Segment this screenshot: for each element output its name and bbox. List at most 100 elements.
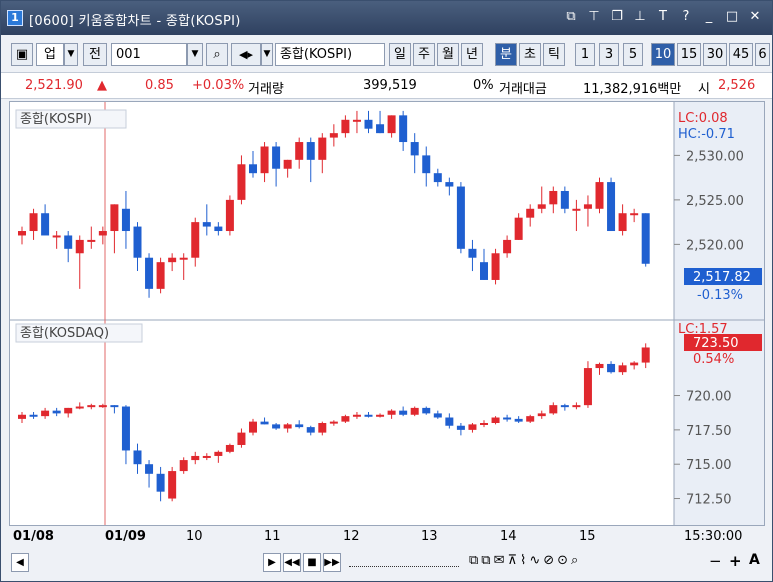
kosdaq-candle — [110, 405, 119, 408]
layout-icon[interactable]: ▣ — [11, 43, 33, 66]
period-week-button[interactable]: 주 — [413, 43, 435, 66]
kospi-candle — [64, 235, 73, 249]
rewind-icon[interactable]: ◀◀ — [283, 553, 301, 572]
chart-area[interactable]: 2,520.00 2,525.00 2,530.00 712.50 715.00 717… — [9, 101, 765, 549]
sound-dropdown-icon[interactable]: ▼ — [261, 43, 273, 66]
kosdaq-candle — [537, 413, 546, 417]
kosdaq-candle — [641, 347, 650, 363]
close-icon[interactable]: ✕ — [746, 8, 764, 26]
kospi-candle — [306, 142, 315, 160]
x-axis-bar: 01/08 01/09 10 11 12 13 14 15 15:30:00 — [9, 525, 765, 549]
interval-60-button[interactable]: 6 — [755, 43, 770, 66]
auto-scale-icon[interactable]: A — [749, 552, 760, 568]
kosdaq-candle — [364, 414, 373, 417]
kospi-candle — [410, 142, 419, 156]
amount-label: 거래대금 — [499, 82, 547, 97]
kospi-candle — [29, 213, 38, 232]
play-icon[interactable]: ▶ — [263, 553, 281, 572]
kosdaq-candle — [514, 418, 523, 422]
sound-icon[interactable]: ◀▸ — [231, 43, 261, 66]
help-icon[interactable]: ? — [677, 8, 695, 26]
kospi-candle — [191, 222, 200, 258]
interval-30-button[interactable]: 30 — [703, 43, 727, 66]
kospi-candle — [641, 213, 650, 264]
fast-forward-icon[interactable]: ▶▶ — [323, 553, 341, 572]
prev-button[interactable]: 전 — [83, 43, 107, 66]
app-icon[interactable]: 1 — [7, 10, 23, 26]
x-label-11: 11 — [264, 529, 281, 544]
change-value: 0.85 — [145, 78, 174, 93]
kosdaq-candle — [456, 425, 465, 430]
name-input[interactable]: 종합(KOSPI) — [275, 43, 385, 66]
period-year-button[interactable]: 년 — [461, 43, 483, 66]
kospi-candle — [145, 257, 154, 289]
type-select[interactable]: 업 — [36, 43, 64, 66]
open-value: 2,526 — [718, 78, 756, 93]
code-input[interactable]: 001 — [111, 43, 187, 66]
toolbar: ▣ 업 ▼ 전 001 ▼ ⌕ ◀▸ ▼ 종합(KOSPI) 일 주 월 년 분… — [1, 35, 772, 73]
pin-icon[interactable]: ⊤ — [585, 8, 603, 26]
kosdaq-tick-label: 712.50 — [686, 493, 732, 508]
code-dropdown-icon[interactable]: ▼ — [187, 43, 203, 66]
scroll-left-icon[interactable]: ◀ — [11, 553, 29, 572]
period-minute-button[interactable]: 분 — [495, 43, 517, 66]
search-icon[interactable]: ⌕ — [206, 43, 228, 66]
kospi-candle — [260, 146, 269, 174]
kosdaq-tick-label: 715.00 — [686, 458, 732, 473]
chart-tool-icons[interactable]: ⧉⧉✉⊼⌇∿⊘⊙⌕ — [469, 553, 581, 568]
kospi-candle — [202, 222, 211, 227]
interval-15-button[interactable]: 15 — [677, 43, 701, 66]
kospi-candle — [168, 257, 177, 263]
zoom-in-icon[interactable]: + — [729, 552, 742, 570]
kosdaq-candle — [272, 424, 281, 429]
kospi-candle — [237, 164, 246, 200]
stop-icon[interactable]: ■ — [303, 553, 321, 572]
restore-tile-icon[interactable]: ⧉ — [562, 8, 580, 26]
kospi-candle — [121, 208, 130, 232]
interval-45-button[interactable]: 45 — [729, 43, 753, 66]
copy-window-icon[interactable]: ❐ — [608, 8, 626, 26]
type-dropdown-icon[interactable]: ▼ — [64, 43, 78, 66]
change-percent: +0.03% — [192, 78, 245, 93]
maximize-icon[interactable]: □ — [723, 8, 741, 26]
kospi-candle — [352, 119, 361, 122]
speed-slider[interactable] — [349, 557, 459, 567]
open-label: 시 — [698, 82, 710, 97]
kosdaq-candle — [491, 417, 500, 423]
kospi-candle — [399, 115, 408, 143]
minimize-icon[interactable]: _ — [700, 8, 718, 26]
text-t-icon[interactable]: T — [654, 8, 672, 26]
kospi-candle — [491, 253, 500, 280]
period-day-button[interactable]: 일 — [389, 43, 411, 66]
x-label-0109: 01/09 — [105, 529, 146, 544]
kosdaq-candle — [191, 455, 200, 461]
kosdaq-candle — [526, 416, 535, 422]
kospi-candle — [560, 190, 569, 209]
title-bar[interactable]: 1 [0600] 키움종합차트 - 종합(KOSPI) ⧉ ⊤ ❐ ⊥ T ? … — [1, 1, 772, 35]
candlestick-chart[interactable]: 2,520.00 2,525.00 2,530.00 712.50 715.00 717… — [10, 102, 764, 526]
kosdaq-candle — [249, 421, 257, 433]
zoom-out-icon[interactable]: − — [709, 552, 722, 570]
interval-3-button[interactable]: 3 — [599, 43, 619, 66]
kosdaq-current-value: 723.50 — [693, 336, 739, 351]
chart-scrollbar[interactable]: ◀ ▶ ◀◀ ■ ▶▶ ⧉⧉✉⊼⌇∿⊘⊙⌕ − + A — [9, 551, 765, 575]
volume-ratio: 0% — [473, 78, 494, 93]
kospi-candle — [283, 159, 292, 169]
period-tick-button[interactable]: 틱 — [543, 43, 565, 66]
kosdaq-candle — [214, 451, 223, 456]
period-month-button[interactable]: 월 — [437, 43, 459, 66]
kospi-candle — [514, 217, 523, 240]
interval-10-button[interactable]: 10 — [651, 43, 675, 66]
kospi-candle — [225, 199, 234, 232]
period-second-button[interactable]: 초 — [519, 43, 541, 66]
kospi-candle — [618, 213, 627, 232]
kosdaq-candle — [560, 405, 569, 408]
interval-5-button[interactable]: 5 — [623, 43, 643, 66]
kospi-candle — [422, 155, 431, 174]
volume-value: 399,519 — [363, 78, 417, 93]
interval-1-button[interactable]: 1 — [575, 43, 595, 66]
kosdaq-candle — [260, 421, 269, 425]
fix-icon[interactable]: ⊥ — [631, 8, 649, 26]
kospi-candle — [318, 137, 327, 160]
kosdaq-candle — [64, 407, 73, 414]
